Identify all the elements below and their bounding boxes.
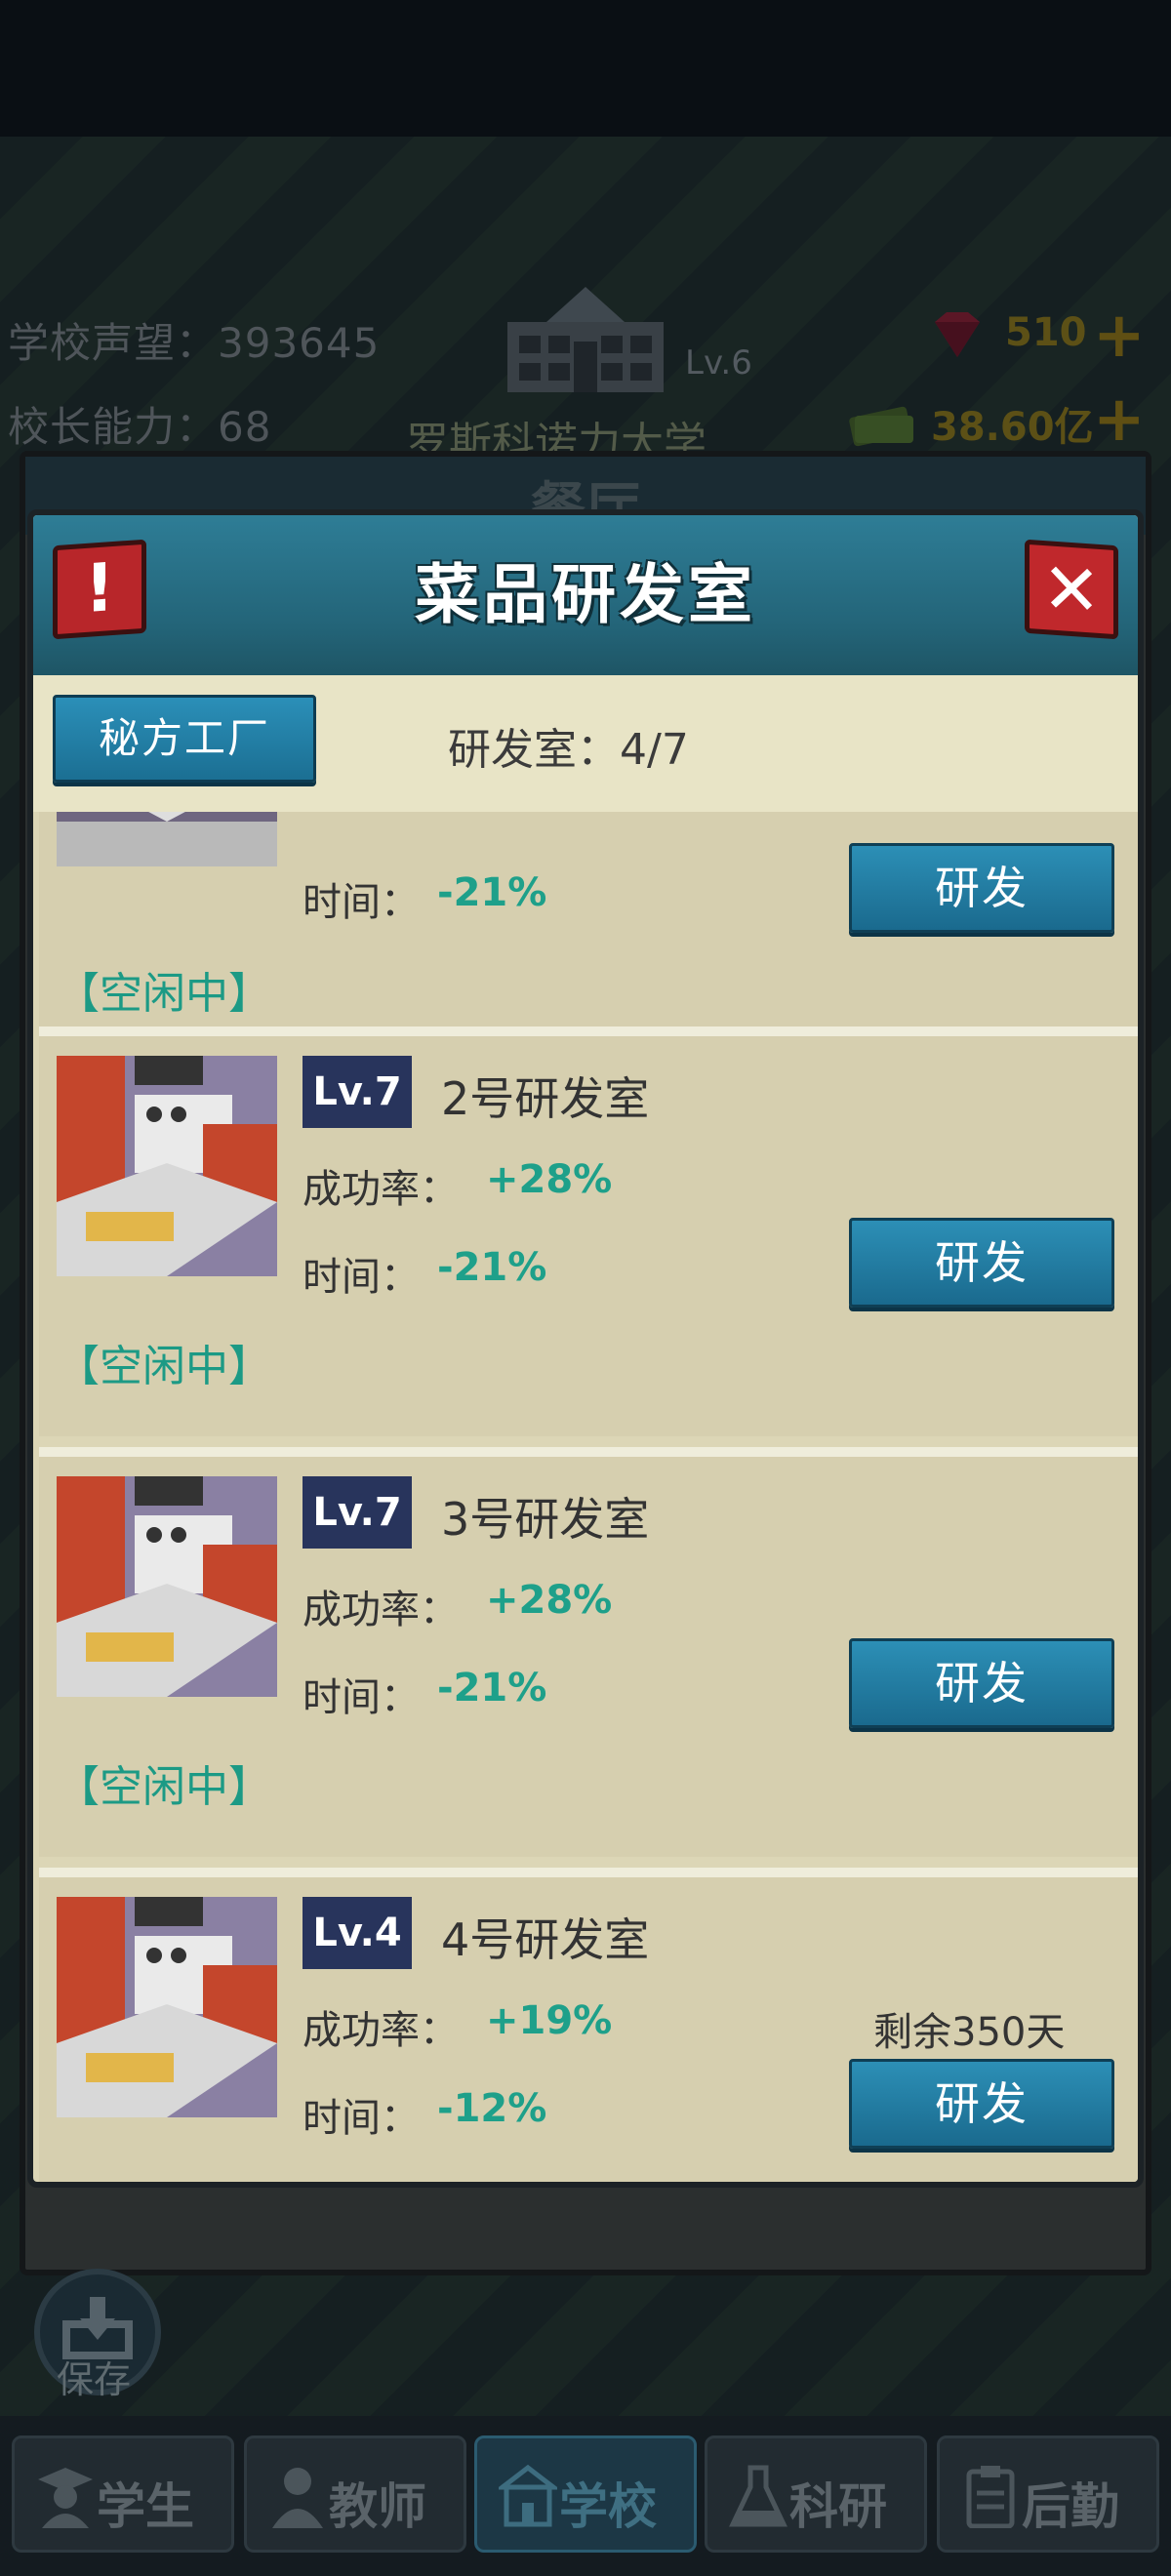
time-value: -21% [437, 1666, 547, 1711]
research-button[interactable]: 研发 [849, 1638, 1114, 1728]
time-label: 时间： [303, 1255, 420, 1300]
nav-logistics[interactable]: 后勤 [937, 2435, 1159, 2553]
research-button[interactable]: 研发 [849, 843, 1114, 933]
tab-bar: 秘方工厂 研发室：4/7 [33, 675, 1138, 812]
bottom-nav: 学生 教师 学校 科研 后勤 [0, 2416, 1171, 2576]
lab-count: 研发室：4/7 [448, 725, 689, 775]
success-value: +28% [486, 1578, 613, 1623]
time-value: -21% [437, 1245, 547, 1290]
level-badge: Lv.7 [303, 1476, 412, 1549]
lab-name: 4号研发室 [441, 1913, 650, 1966]
clipboard-icon [966, 2466, 1015, 2528]
save-label: 保存 [57, 2358, 132, 2401]
flask-icon [729, 2465, 787, 2527]
lab-name: 3号研发室 [441, 1493, 650, 1546]
close-button[interactable]: ✕ [1025, 539, 1118, 640]
game-screen: 学校声望：393645 校长能力：68 Lv.6 罗斯科诺力大学 510 + 3… [0, 0, 1171, 2576]
lab-name: 2号研发室 [441, 1072, 650, 1125]
secret-recipe-factory-tab[interactable]: 秘方工厂 [53, 695, 316, 783]
status-text: 【空闲中】 [57, 1342, 271, 1391]
dish-research-modal: ! 菜品研发室 ✕ 秘方工厂 研发室：4/7 时间： -21% 【空闲中】 研发… [27, 509, 1144, 2188]
success-value: +19% [486, 1998, 613, 2043]
list-item: 时间： -21% 【空闲中】 研发 [39, 812, 1138, 1026]
remaining-days: 剩余350天 [873, 2010, 1066, 2055]
nav-label: 学生 [97, 2478, 194, 2535]
time-label: 时间： [303, 1675, 420, 1720]
lab-list[interactable]: 时间： -21% 【空闲中】 研发 Lv.7 2号研发室 成功率： +28% 时… [33, 812, 1138, 2182]
success-label: 成功率： [303, 2008, 459, 2053]
modal-header: ! 菜品研发室 ✕ [33, 515, 1138, 675]
school-icon [499, 2464, 557, 2527]
time-label: 时间： [303, 880, 420, 925]
teacher-icon [272, 2468, 323, 2528]
research-button[interactable]: 研发 [849, 2059, 1114, 2149]
nav-teachers[interactable]: 教师 [244, 2435, 466, 2553]
level-badge: Lv.7 [303, 1056, 412, 1128]
nav-label: 学校 [559, 2478, 657, 2535]
kitchen-thumbnail [57, 1897, 277, 2117]
close-icon: ✕ [1041, 545, 1102, 633]
nav-label: 科研 [789, 2478, 887, 2535]
kitchen-thumbnail [57, 1056, 277, 1276]
research-button[interactable]: 研发 [849, 1218, 1114, 1308]
success-label: 成功率： [303, 1167, 459, 1212]
list-item: Lv.7 2号研发室 成功率： +28% 时间： -21% 【空闲中】 研发 [39, 1026, 1138, 1436]
status-text: 【空闲中】 [57, 969, 271, 1019]
status-text: 【空闲中】 [57, 1762, 271, 1812]
student-icon [38, 2468, 93, 2528]
kitchen-thumbnail [57, 812, 277, 866]
level-badge: Lv.4 [303, 1897, 412, 1969]
success-label: 成功率： [303, 1588, 459, 1632]
time-label: 时间： [303, 2096, 420, 2141]
modal-title: 菜品研发室 [415, 557, 756, 632]
nav-label: 教师 [329, 2478, 426, 2535]
kitchen-thumbnail [57, 1476, 277, 1697]
time-value: -12% [437, 2086, 547, 2131]
nav-school[interactable]: 学校 [474, 2435, 697, 2553]
list-item: Lv.7 3号研发室 成功率： +28% 时间： -21% 【空闲中】 研发 [39, 1447, 1138, 1857]
success-value: +28% [486, 1157, 613, 1202]
nav-research[interactable]: 科研 [705, 2435, 927, 2553]
time-value: -21% [437, 870, 547, 915]
nav-label: 后勤 [1022, 2478, 1119, 2535]
list-item: Lv.4 4号研发室 剩余350天 成功率： +19% 时间： -12% 研发 [39, 1868, 1138, 2182]
nav-students[interactable]: 学生 [12, 2435, 234, 2553]
